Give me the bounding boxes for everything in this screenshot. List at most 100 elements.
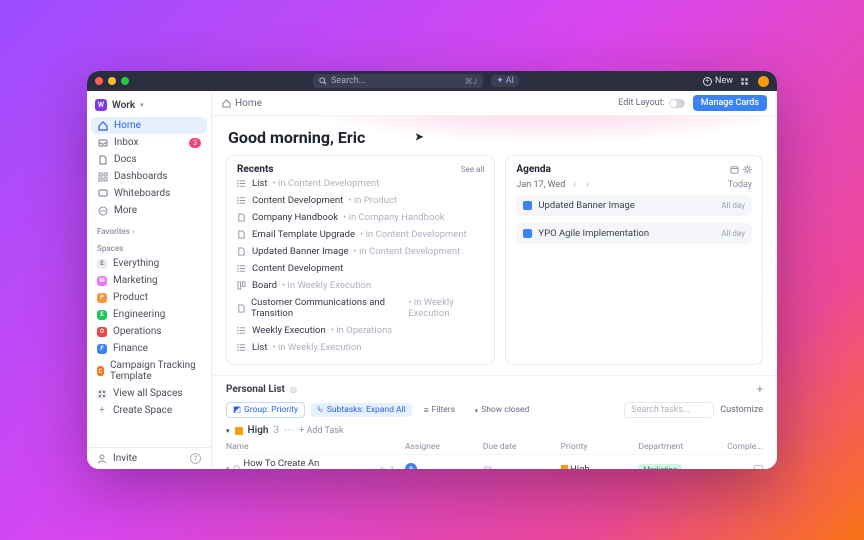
group-pill[interactable]: ◩ Group: Priority <box>226 402 305 418</box>
recent-item[interactable]: List • in Weekly Execution <box>237 339 484 356</box>
invite-button[interactable]: Invite ? <box>87 447 211 469</box>
recent-item[interactable]: Weekly Execution • in Operations <box>237 322 484 339</box>
nav-more[interactable]: More <box>91 202 207 219</box>
recent-item[interactable]: List • in Content Development <box>237 175 484 192</box>
space-label: Finance <box>113 343 148 354</box>
recent-item[interactable]: Board • in Weekly Execution <box>237 277 484 294</box>
group-menu[interactable]: ⋯ <box>284 425 294 436</box>
space-item[interactable]: MMarketing <box>87 272 211 289</box>
stack-icon: ◩ <box>233 405 241 415</box>
search-icon <box>319 77 327 85</box>
manage-cards-button[interactable]: Manage Cards <box>693 95 767 111</box>
nav-home[interactable]: Home <box>91 117 207 134</box>
col-department: Department <box>638 442 716 452</box>
agenda-item[interactable]: Updated Banner Image All day <box>516 195 752 216</box>
global-search[interactable]: Search... ⌘J <box>313 74 483 88</box>
agenda-item-name: Updated Banner Image <box>538 200 635 211</box>
col-name: Name <box>226 442 405 452</box>
task-menu[interactable]: ⋯ <box>397 465 405 470</box>
gear-icon[interactable] <box>743 165 752 174</box>
filters-button[interactable]: ≡ Filters <box>418 403 461 418</box>
checkbox[interactable] <box>754 465 763 470</box>
apps-grid-icon[interactable] <box>741 78 750 85</box>
subtasks-pill[interactable]: ⮱ Subtasks: Expand All <box>311 403 412 417</box>
subtask-count: 3 <box>390 465 395 470</box>
new-button[interactable]: + New <box>703 76 733 86</box>
space-item[interactable]: EEverything <box>87 255 211 272</box>
create-space-label: Create Space <box>113 405 172 416</box>
recent-path: • in Weekly Execution <box>272 342 361 353</box>
recent-path: • in Weekly Execution <box>282 280 371 291</box>
recent-item[interactable]: Updated Banner Image • in Content Develo… <box>237 243 484 260</box>
more-icon <box>97 206 108 216</box>
create-space[interactable]: + Create Space <box>87 402 211 419</box>
space-label: Engineering <box>113 309 165 320</box>
status-indicator[interactable] <box>233 465 241 469</box>
recent-item[interactable]: Content Development <box>237 260 484 277</box>
edit-layout-toggle[interactable]: Edit Layout: <box>618 98 685 108</box>
search-tasks-input[interactable]: Search tasks... <box>624 402 714 418</box>
search-shortcut: ⌘J <box>465 77 477 86</box>
user-avatar[interactable] <box>758 76 769 87</box>
customize-button[interactable]: Customize <box>720 405 763 415</box>
recents-card: Recents See all List • in Content Develo… <box>226 155 495 365</box>
task-row[interactable]: ▾ How To Create An Outstanding... ⮱ 3 ⋯ … <box>226 454 763 469</box>
recent-name: Company Handbook <box>252 212 338 223</box>
space-item[interactable]: OOperations <box>87 323 211 340</box>
toggle-switch[interactable] <box>669 99 685 108</box>
window-minimize-button[interactable] <box>108 77 116 85</box>
list-icon <box>237 264 247 273</box>
recent-name: Weekly Execution <box>252 325 326 336</box>
recent-item[interactable]: Email Template Upgrade • in Content Deve… <box>237 226 484 243</box>
recent-name: Updated Banner Image <box>252 246 349 257</box>
nav-dashboards[interactable]: Dashboards <box>91 168 207 185</box>
today-link[interactable]: Today <box>728 180 752 190</box>
space-badge: E <box>97 310 107 320</box>
board-icon <box>237 281 247 290</box>
space-item[interactable]: FFinance <box>87 340 211 357</box>
workspace-name: Work <box>112 100 135 111</box>
columns-header: Name Assignee Due date Priority Departme… <box>226 440 763 454</box>
col-due: Due date <box>483 442 561 452</box>
expand-icon[interactable]: ▾ <box>226 465 230 469</box>
space-badge: C <box>97 366 104 376</box>
ai-button[interactable]: ✦ AI <box>491 75 519 87</box>
calendar-icon[interactable] <box>483 465 561 470</box>
see-all-link[interactable]: See all <box>461 165 484 174</box>
priority-group-high[interactable]: ▾ High 3 ⋯ + Add Task <box>226 421 763 440</box>
nav-whiteboards[interactable]: Whiteboards <box>91 185 207 202</box>
workspace-switcher[interactable]: W Work ▾ <box>87 95 211 115</box>
calendar-icon[interactable] <box>730 165 739 174</box>
recent-item[interactable]: Customer Communications and Transition •… <box>237 294 484 322</box>
agenda-item[interactable]: YPO Agile ImplementationAll day <box>516 223 752 244</box>
space-item[interactable]: PProduct <box>87 289 211 306</box>
nav-inbox[interactable]: Inbox 3 <box>91 134 207 151</box>
assignee-avatar[interactable]: R <box>405 463 417 469</box>
space-item[interactable]: CCampaign Tracking Template <box>87 357 211 385</box>
search-placeholder: Search... <box>331 76 366 86</box>
add-task-button[interactable]: + Add Task <box>299 426 343 436</box>
next-day[interactable]: › <box>584 180 591 190</box>
recent-name: Content Development <box>252 195 343 206</box>
view-all-label: View all Spaces <box>113 388 183 399</box>
add-card-button[interactable]: + <box>757 383 763 396</box>
list-icon <box>237 196 247 205</box>
nav-docs[interactable]: Docs <box>91 151 207 168</box>
flag-icon <box>561 465 568 470</box>
department-tag[interactable]: Marketing <box>638 464 682 470</box>
recent-item[interactable]: Content Development • in Product <box>237 192 484 209</box>
view-all-spaces[interactable]: View all Spaces <box>87 385 211 402</box>
breadcrumb[interactable]: Home <box>222 98 262 109</box>
window-maximize-button[interactable] <box>121 77 129 85</box>
window-close-button[interactable] <box>95 77 103 85</box>
recent-item[interactable]: Company Handbook • in Company Handbook <box>237 209 484 226</box>
sparkle-icon: ✦ <box>496 76 504 86</box>
list-icon <box>237 326 247 335</box>
help-icon[interactable]: ? <box>190 453 201 464</box>
agenda-time: All day <box>721 201 745 210</box>
space-item[interactable]: E Engineering <box>87 306 211 323</box>
show-closed-button[interactable]: ◑ Show closed <box>467 403 535 418</box>
prev-day[interactable]: ‹ <box>571 180 578 190</box>
favorites-heading[interactable]: Favorites › <box>87 221 211 238</box>
ai-label: AI <box>506 76 514 86</box>
